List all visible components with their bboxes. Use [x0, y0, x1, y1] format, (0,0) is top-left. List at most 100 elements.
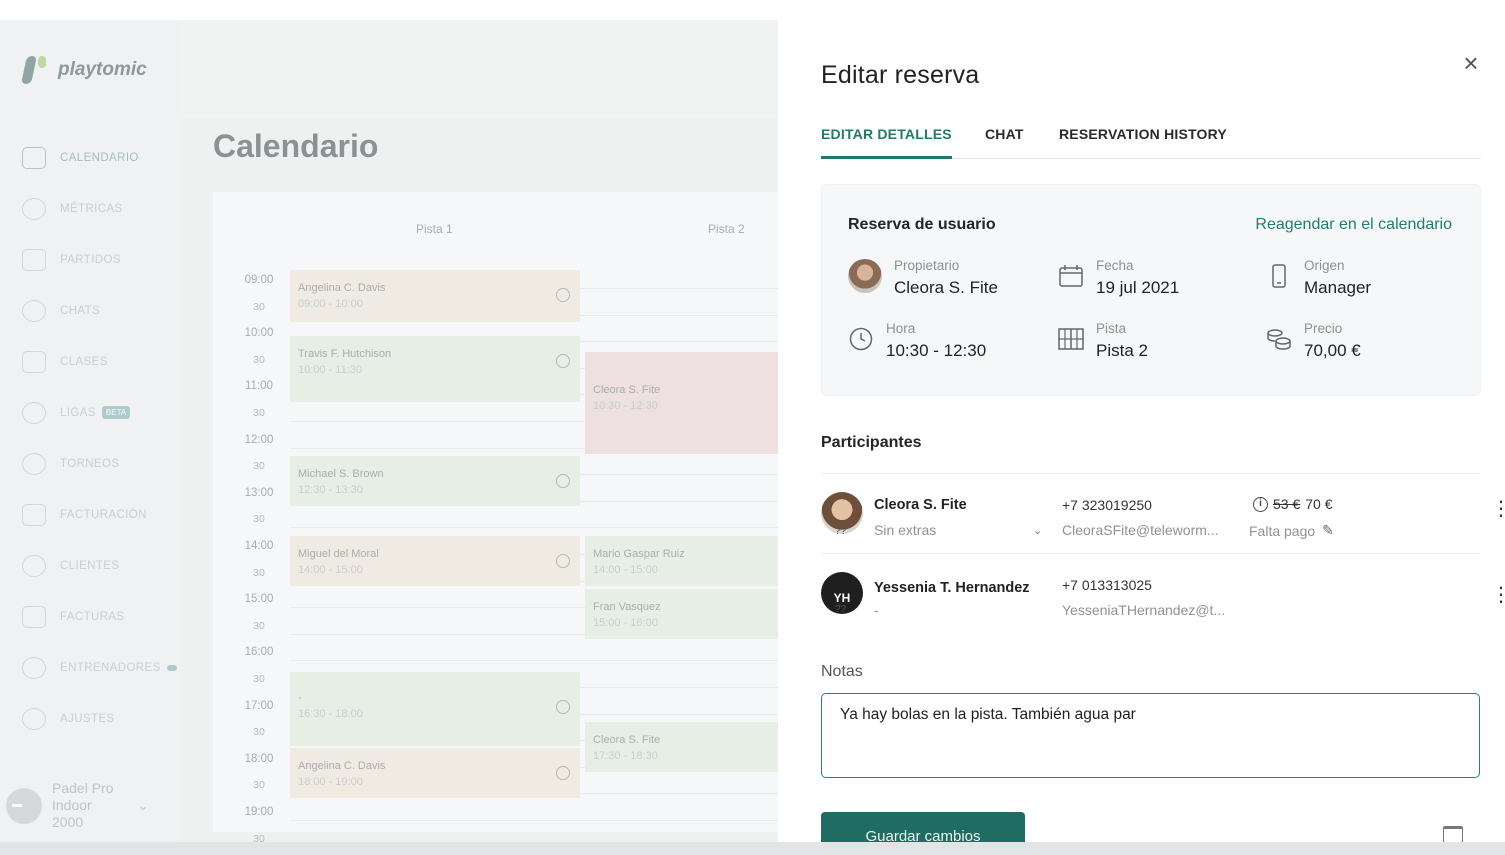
logo-text: playtomic — [58, 59, 147, 80]
repeat-icon — [556, 766, 570, 780]
booking-time: 18:00 - 19:00 — [298, 776, 363, 788]
venue-avatar — [6, 787, 42, 824]
field-label: Fecha — [1096, 258, 1134, 273]
venue-selector[interactable]: Padel Pro Indoor 2000 ⌄ — [6, 780, 148, 831]
time-label: 16:00 — [244, 646, 274, 659]
field-value: 10:30 - 12:30 — [886, 341, 987, 360]
booking-name: Cleora S. Fite — [593, 734, 661, 746]
field-value: Manager — [1304, 278, 1372, 297]
field-owner: Propietario Cleora S. Fite — [848, 257, 998, 301]
booking-time: 12:30 - 13:30 — [298, 484, 363, 496]
sidebar-item-label: LIGAS — [60, 406, 96, 419]
booking-name: Michael S. Brown — [298, 468, 384, 480]
booking-name: Mario Gaspar Ruiz — [593, 548, 685, 560]
repeat-icon — [556, 354, 570, 368]
reservation-summary-card: Reserva de usuario Reagendar en el calen… — [821, 184, 1481, 396]
chevron-down-icon[interactable]: ⌄ — [1033, 524, 1042, 537]
sidebar-item-label: TORNEOS — [60, 457, 120, 470]
pencil-icon[interactable]: ✎ — [1322, 522, 1334, 539]
sidebar-nav: CALENDARIO MÉTRICAS PARTIDOS CHATS CLASE… — [0, 132, 180, 744]
old-price: 53 € — [1273, 496, 1301, 512]
drawer-title: Editar reserva — [821, 61, 980, 89]
current-price: 70 € — [1305, 496, 1333, 512]
participant-price: i 53 € 70 € — [1253, 496, 1333, 512]
booking-slot[interactable]: Travis F. Hutchison 10:00 - 11:30 — [290, 336, 580, 402]
tab-editar-detalles[interactable]: EDITAR DETALLES — [821, 126, 952, 159]
participant-extras[interactable]: Sin extras — [874, 522, 936, 538]
booking-slot[interactable]: Michael S. Brown 12:30 - 13:30 — [290, 456, 580, 506]
column-header-pista-2: Pista 2 — [708, 222, 745, 236]
sidebar-item-facturas[interactable]: FACTURAS — [0, 591, 180, 642]
tab-chat[interactable]: CHAT — [985, 126, 1024, 156]
sidebar-item-label: PARTIDOS — [60, 253, 121, 266]
time-label: 10:00 — [244, 327, 274, 340]
participant-name: Cleora S. Fite — [874, 497, 967, 513]
booking-slot[interactable]: Angelina C. Davis 18:00 - 19:00 — [290, 748, 580, 798]
classes-icon — [22, 350, 46, 373]
repeat-icon — [556, 474, 570, 488]
booking-slot-selected[interactable]: Cleora S. Fite 10:30 - 12:30 — [585, 352, 778, 454]
sidebar-item-torneos[interactable]: TORNEOS — [0, 438, 180, 489]
sidebar-item-metricas[interactable]: MÉTRICAS — [0, 183, 180, 234]
booking-time: 10:00 - 11:30 — [298, 364, 363, 376]
participant-level: ?? — [835, 526, 847, 537]
participant-level: ?? — [835, 604, 847, 615]
time-label: 17:00 — [244, 699, 274, 712]
participants-title: Participantes — [821, 434, 922, 451]
info-icon[interactable]: i — [1253, 496, 1268, 512]
booking-name: - — [298, 692, 302, 704]
metrics-icon — [22, 197, 46, 220]
booking-slot[interactable]: Fran Vasquez 15:00 - 16:00 — [585, 589, 778, 639]
sidebar-item-ligas[interactable]: LIGAS BETA — [0, 387, 180, 438]
field-value: 70,00 € — [1304, 341, 1361, 360]
booking-slot[interactable]: Miguel del Moral 14:00 - 15:00 — [290, 536, 580, 586]
booking-slot[interactable]: - 16:30 - 18:00 — [290, 672, 580, 746]
gear-icon — [22, 707, 46, 730]
booking-slot[interactable]: Angelina C. Davis 09:00 - 10:00 — [290, 270, 580, 322]
field-label: Origen — [1304, 258, 1345, 273]
page-title: Calendario — [213, 128, 379, 164]
trophy-icon — [22, 401, 46, 424]
sidebar-item-entrenadores[interactable]: ENTRENADORES — [0, 642, 180, 693]
sidebar-item-partidos[interactable]: PARTIDOS — [0, 234, 180, 285]
sidebar-item-label: AJUSTES — [60, 712, 115, 725]
sidebar-item-chats[interactable]: CHATS — [0, 285, 180, 336]
time-label: 30 — [253, 779, 265, 792]
participant-row: ?? Cleora S. Fite Sin extras ⌄ +7 323019… — [821, 473, 1505, 553]
time-label: 11:00 — [245, 380, 273, 393]
sidebar-item-label: CALENDARIO — [60, 151, 139, 164]
booking-name: Angelina C. Davis — [298, 282, 386, 294]
more-options-icon[interactable]: ⋮ — [1491, 585, 1505, 605]
grid-line — [290, 660, 778, 662]
time-label: 30 — [253, 407, 265, 419]
time-label: 30 — [253, 353, 265, 366]
sidebar-item-clientes[interactable]: CLIENTES — [0, 540, 180, 591]
clients-icon — [22, 554, 46, 577]
field-label: Pista — [1096, 321, 1127, 336]
sidebar-item-calendario[interactable]: CALENDARIO — [0, 132, 180, 183]
time-label: 19:00 — [244, 806, 274, 818]
sidebar-item-clases[interactable]: CLASES — [0, 336, 180, 387]
tab-reservation-history[interactable]: RESERVATION HISTORY — [1059, 126, 1227, 156]
close-icon[interactable]: × — [1460, 50, 1482, 76]
time-label: 30 — [253, 673, 265, 685]
clock-icon — [848, 326, 874, 352]
booking-slot[interactable]: Cleora S. Fite 17:30 - 18:30 — [585, 722, 778, 772]
sidebar-item-label: CLASES — [60, 355, 108, 368]
entrenadores-badge — [166, 664, 177, 671]
notes-field[interactable] — [821, 693, 1480, 778]
participant-phone: +7 013313025 — [1062, 577, 1152, 593]
field-time: Hora 10:30 - 12:30 — [848, 320, 986, 364]
more-options-icon[interactable]: ⋮ — [1491, 499, 1505, 519]
booking-name: Cleora S. Fite — [593, 384, 661, 396]
booking-slot[interactable]: Mario Gaspar Ruiz 14:00 - 15:00 — [585, 536, 778, 586]
calendar-icon — [1058, 263, 1084, 289]
sidebar-item-facturacion[interactable]: FACTURACIÓN — [0, 489, 180, 540]
booking-time: 10:30 - 12:30 — [593, 400, 658, 412]
reschedule-link[interactable]: Reagendar en el calendario — [1255, 216, 1452, 234]
field-date: Fecha 19 jul 2021 — [1058, 257, 1179, 301]
booking-time: 09:00 - 10:00 — [298, 298, 363, 310]
sidebar-item-ajustes[interactable]: AJUSTES — [0, 693, 180, 744]
invoice-icon — [22, 605, 46, 628]
logo-mark-icon — [22, 54, 50, 86]
